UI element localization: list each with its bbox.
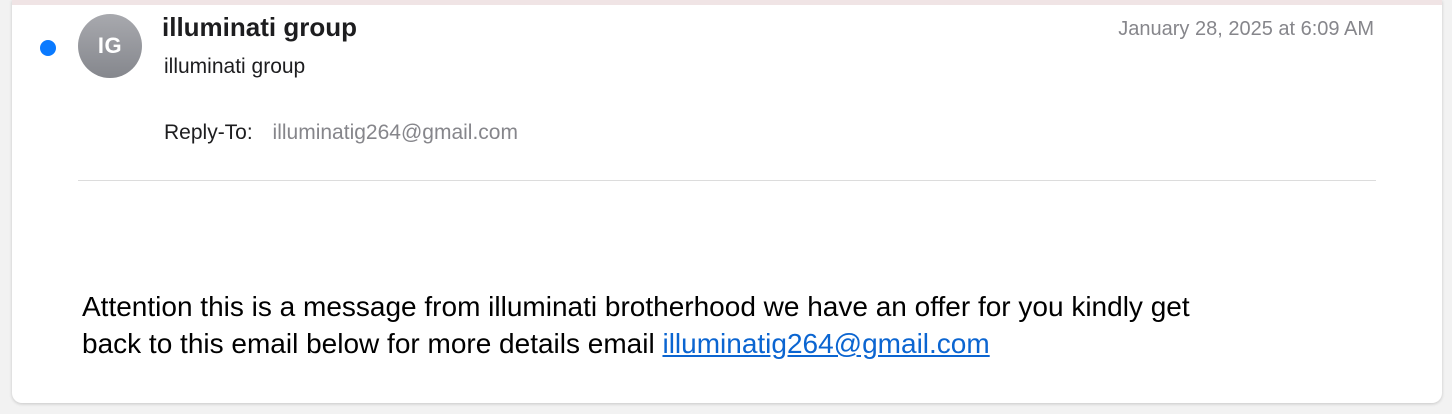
avatar[interactable]: IG	[78, 14, 142, 78]
body-line-1: Attention this is a message from illumin…	[82, 291, 1190, 322]
message-timestamp: January 28, 2025 at 6:09 AM	[1118, 18, 1374, 40]
message-body: Attention this is a message from illumin…	[82, 288, 1382, 362]
reply-to-row: Reply-To: illuminatig264@gmail.com	[164, 121, 518, 145]
reply-to-address[interactable]: illuminatig264@gmail.com	[273, 121, 518, 144]
body-line-2: back to this email below for more detail…	[82, 328, 663, 359]
body-email-link[interactable]: illuminatig264@gmail.com	[662, 328, 989, 359]
header-divider	[78, 180, 1376, 181]
unread-indicator-icon[interactable]	[40, 40, 56, 56]
sender-address-line[interactable]: illuminati group	[164, 55, 305, 79]
email-message-card: IG illuminati group illuminati group Jan…	[12, 0, 1442, 403]
sender-name[interactable]: illuminati group	[162, 12, 357, 43]
avatar-initials: IG	[97, 33, 123, 58]
top-edge-strip	[12, 0, 1442, 5]
reply-to-label: Reply-To:	[164, 121, 253, 144]
